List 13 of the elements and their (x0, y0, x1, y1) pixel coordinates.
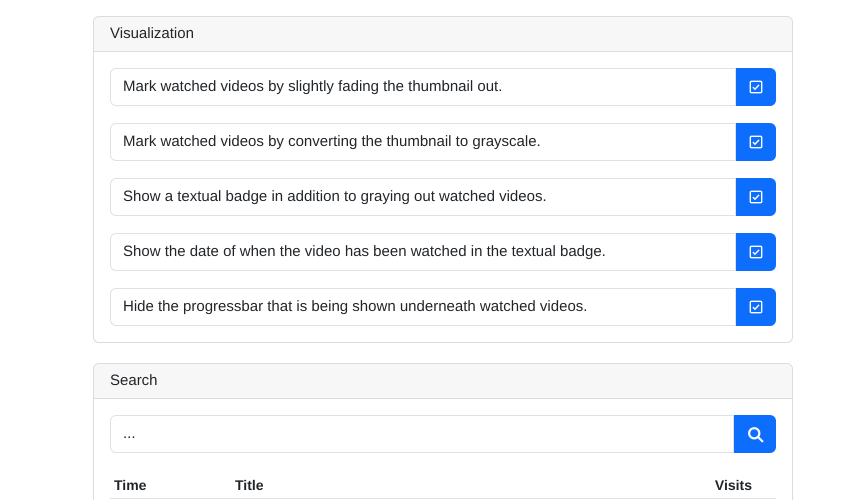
column-header: Visits (714, 476, 753, 495)
checkbox-button[interactable] (736, 68, 776, 106)
search-button[interactable] (734, 415, 776, 453)
column-header: Time (113, 476, 148, 495)
checkbox-button[interactable] (736, 288, 776, 326)
card-title: Visualization (110, 24, 194, 44)
card-title: Search (110, 370, 158, 391)
checkbox-button[interactable] (736, 233, 776, 271)
search-field[interactable]: ... (110, 415, 734, 453)
column-header: Title (234, 476, 265, 495)
checkbox-button[interactable] (736, 178, 776, 216)
search-icon (746, 426, 764, 442)
checkbox-button[interactable] (736, 123, 776, 161)
